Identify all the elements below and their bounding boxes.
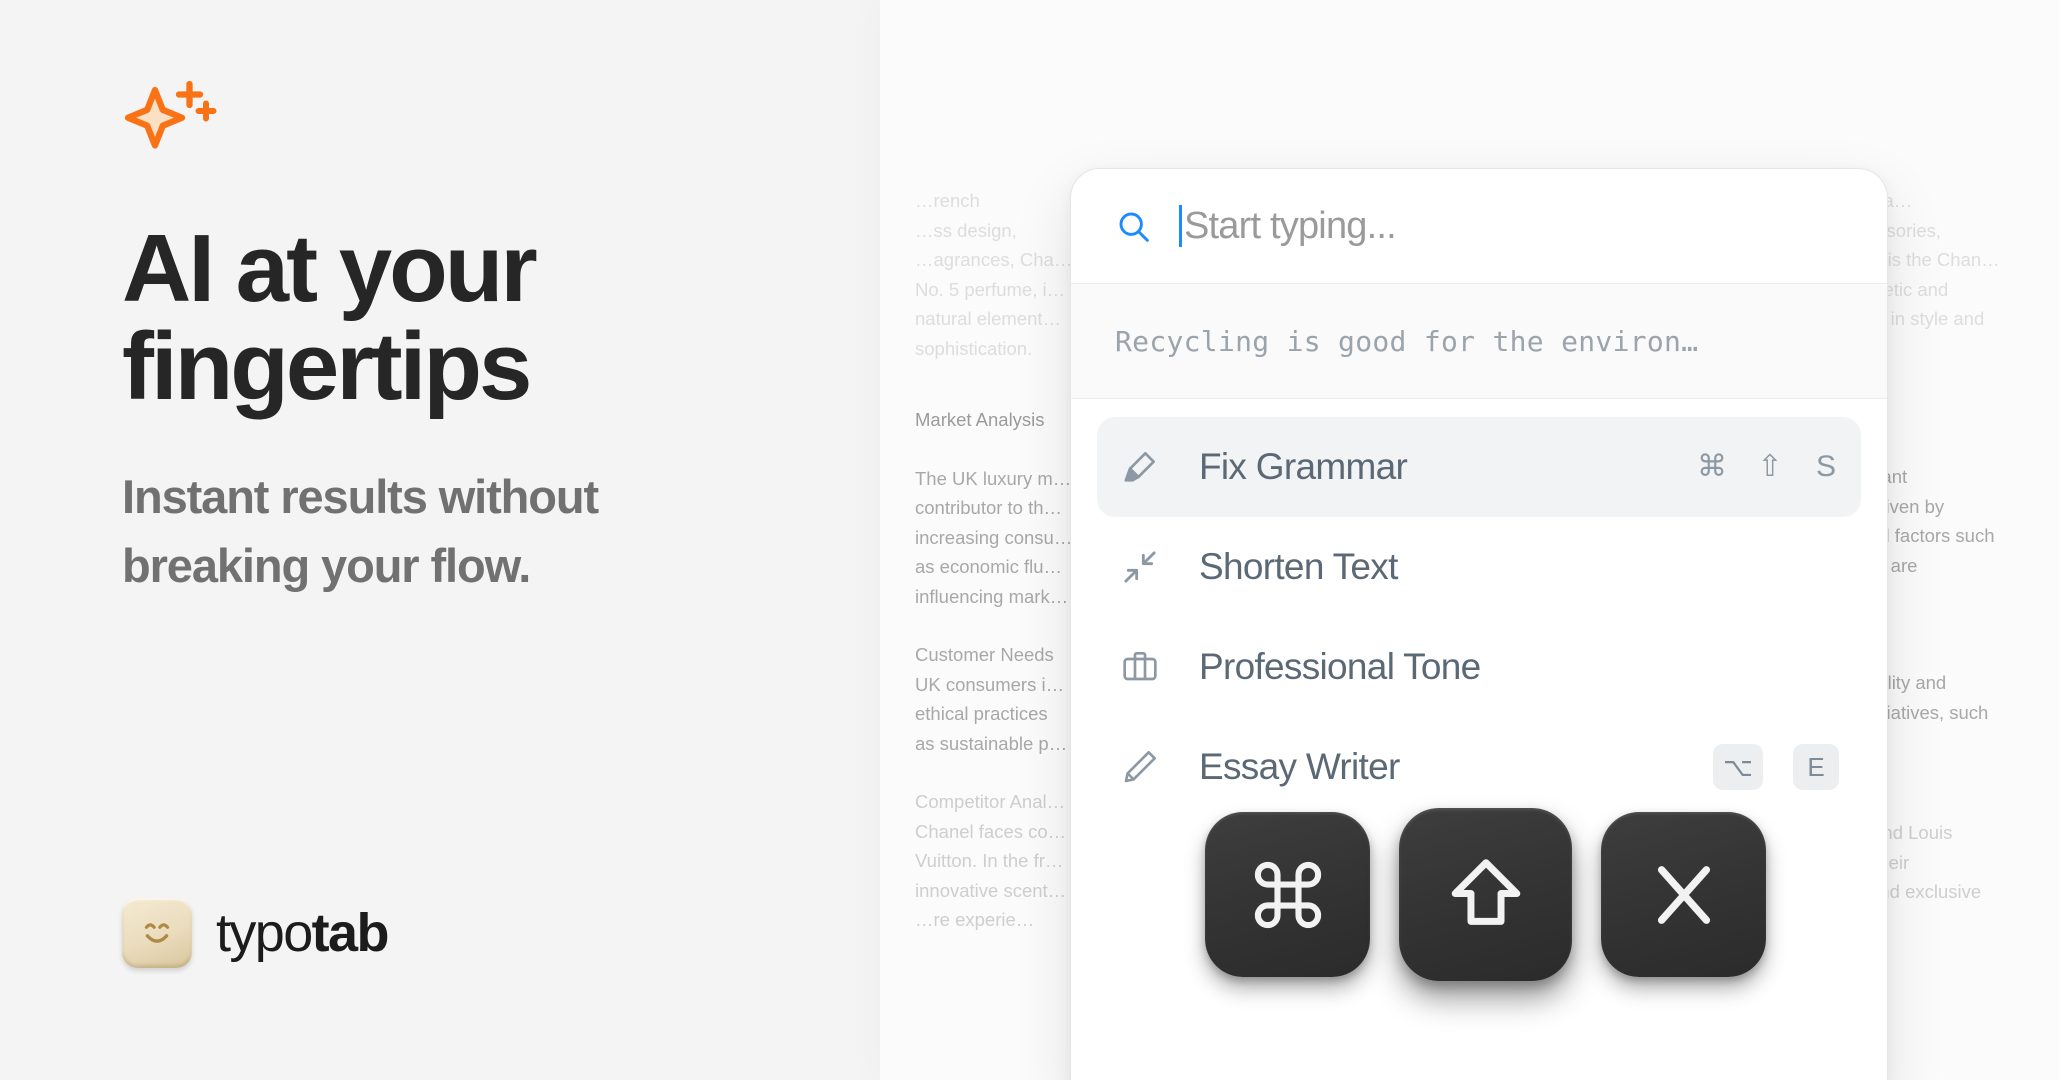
letter-x-key-icon — [1657, 865, 1710, 924]
command-key-icon — [1254, 861, 1321, 928]
hero-subtitle-line-1: Instant results without — [122, 469, 599, 523]
hero-section: AI at your fingertips Instant results wi… — [122, 78, 842, 601]
command-item-essay-writer[interactable]: Essay Writer ⌥ E — [1097, 717, 1861, 817]
command-label: Shorten Text — [1199, 546, 1398, 587]
command-key-cap[interactable] — [1205, 812, 1370, 977]
brand-name: typotab — [216, 902, 390, 964]
briefcase-icon — [1119, 646, 1161, 688]
command-item-shorten-text[interactable]: Shorten Text — [1097, 517, 1861, 617]
brand-logo: typotab — [122, 898, 390, 968]
search-placeholder: Start typing... — [1184, 204, 1397, 247]
shortcut-key-command: ⌘ — [1697, 450, 1727, 483]
command-item-professional-tone[interactable]: Professional Tone — [1097, 617, 1861, 717]
search-icon — [1119, 212, 1149, 242]
sparkle-icon — [124, 80, 217, 149]
text-cursor — [1179, 205, 1182, 247]
shortcut-chip-option: ⌥ — [1713, 744, 1763, 790]
selected-text-snippet: Recycling is good for the environ… — [1071, 284, 1887, 399]
command-item-fix-grammar[interactable]: Fix Grammar ⌘ ⇧ S — [1097, 417, 1861, 517]
command-label: Fix Grammar — [1199, 446, 1408, 487]
search-bar[interactable]: Start typing... — [1071, 169, 1887, 284]
command-label: Essay Writer — [1199, 746, 1400, 787]
shortcut-key-letter: S — [1815, 450, 1836, 483]
floating-keycap-group — [1205, 808, 1766, 981]
hero-title-line-2: fingertips — [122, 312, 532, 420]
shift-key-cap[interactable] — [1399, 808, 1572, 981]
shrink-arrows-icon — [1119, 546, 1161, 588]
shift-key-icon — [1451, 858, 1520, 925]
command-shortcut: ⌘ ⇧ S — [1697, 452, 1839, 482]
shortcut-key-shift: ⇧ — [1757, 450, 1783, 483]
smiley-keycap-icon — [122, 898, 192, 968]
command-shortcut: ⌥ E — [1713, 744, 1839, 790]
hero-subtitle: Instant results without breaking your fl… — [122, 462, 842, 601]
page-title: AI at your fingertips — [122, 220, 842, 416]
command-label: Professional Tone — [1199, 646, 1481, 687]
eraser-icon — [1119, 446, 1161, 488]
brand-name-bold: tab — [311, 903, 390, 963]
hero-title-line-1: AI at your — [122, 215, 538, 322]
pencil-icon — [1119, 746, 1161, 788]
search-input[interactable]: Start typing... — [1179, 205, 1843, 248]
letter-x-key-cap[interactable] — [1601, 812, 1766, 977]
brand-name-regular: typo — [216, 903, 313, 963]
command-list: Fix Grammar ⌘ ⇧ S Shorten Text Professio… — [1071, 399, 1887, 817]
hero-subtitle-line-2: breaking your flow. — [122, 539, 531, 593]
shortcut-chip-letter: E — [1793, 744, 1839, 790]
